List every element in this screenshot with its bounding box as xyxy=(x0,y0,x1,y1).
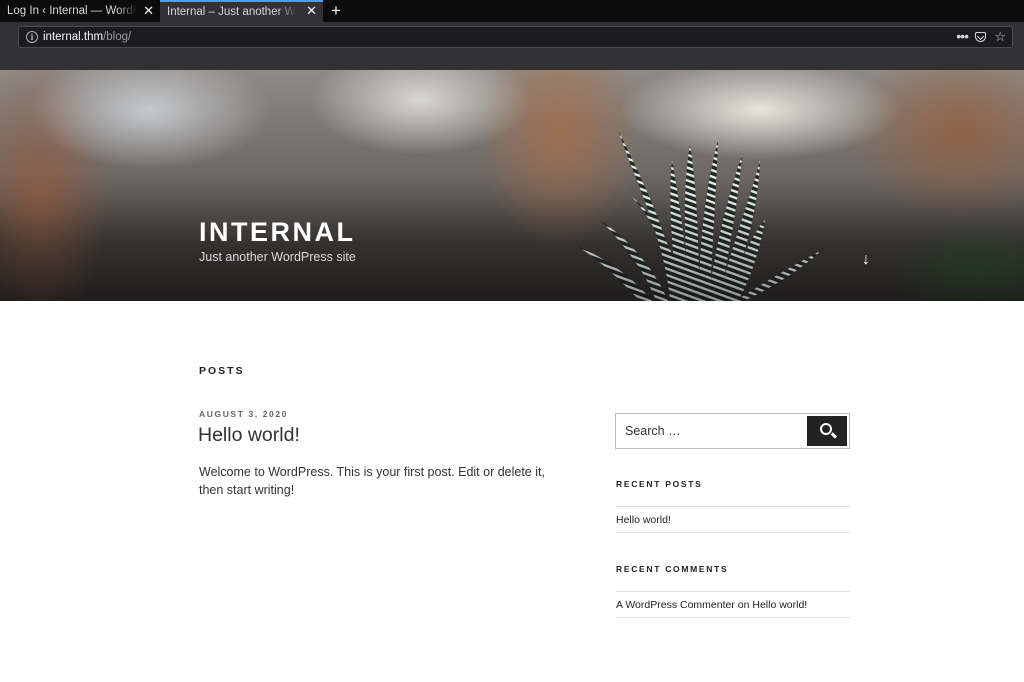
more-icon[interactable]: ••• xyxy=(956,27,969,45)
search-icon xyxy=(820,423,832,435)
pocket-icon[interactable] xyxy=(975,32,986,42)
search-form xyxy=(615,413,850,449)
tab-title: Internal – Just another WordPress site xyxy=(167,6,297,18)
url-text[interactable]: internal.thm/blog/ xyxy=(43,27,131,48)
url-bar[interactable]: i internal.thm/blog/ ••• ☆ xyxy=(18,26,1013,48)
tab-login[interactable]: Log In ‹ Internal — WordPress ✕ xyxy=(0,0,160,22)
star-icon[interactable]: ☆ xyxy=(994,27,1006,47)
site-description: Just another WordPress site xyxy=(199,250,356,264)
nav-bar: i internal.thm/blog/ ••• ☆ xyxy=(0,22,1024,70)
post-date[interactable]: AUGUST 3, 2020 xyxy=(199,409,288,419)
tab-title: Log In ‹ Internal — WordPress xyxy=(7,5,137,17)
url-path: /blog/ xyxy=(103,31,132,43)
tab-bar: Log In ‹ Internal — WordPress ✕ Internal… xyxy=(0,0,1024,22)
comment-on-text: on xyxy=(737,599,750,611)
close-icon[interactable]: ✕ xyxy=(143,0,154,22)
comment-post-link[interactable]: Hello world! xyxy=(752,599,807,611)
tab-blog[interactable]: Internal – Just another WordPress site ✕ xyxy=(160,0,323,22)
info-icon[interactable]: i xyxy=(26,31,38,43)
post-title[interactable]: Hello world! xyxy=(198,424,300,447)
search-button[interactable] xyxy=(807,416,847,446)
new-tab-button[interactable]: + xyxy=(326,0,346,22)
search-input[interactable] xyxy=(616,414,806,448)
recent-comments-heading: RECENT COMMENTS xyxy=(616,564,729,574)
site-title[interactable]: INTERNAL xyxy=(199,217,356,248)
site-header: INTERNAL Just another WordPress site ↓ xyxy=(0,70,1024,301)
recent-comment-item: A WordPress Commenter on Hello world! xyxy=(616,591,850,618)
post-excerpt: Welcome to WordPress. This is your first… xyxy=(199,465,545,497)
recent-post-link[interactable]: Hello world! xyxy=(616,506,850,533)
url-host: internal.thm xyxy=(43,31,104,43)
page-title: POSTS xyxy=(199,365,245,377)
arrow-down-icon[interactable]: ↓ xyxy=(858,251,874,269)
close-icon[interactable]: ✕ xyxy=(306,2,317,21)
recent-posts-heading: RECENT POSTS xyxy=(616,479,703,489)
comment-author-link[interactable]: A WordPress Commenter xyxy=(616,599,735,611)
